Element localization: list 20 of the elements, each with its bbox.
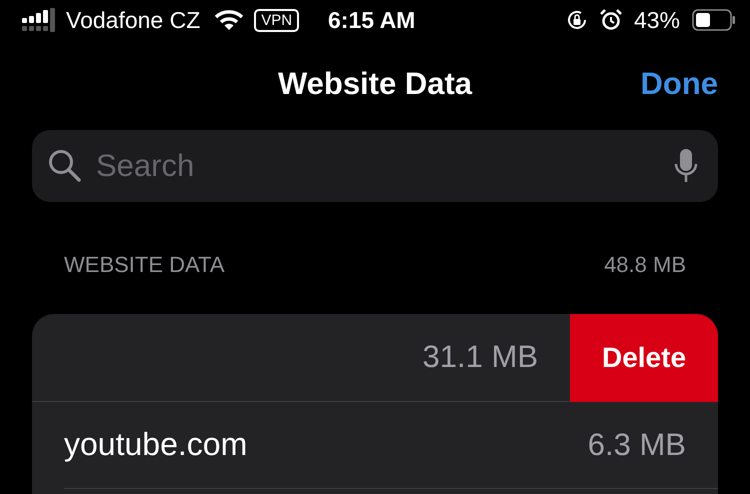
section-total: 48.8 MB: [604, 252, 686, 279]
signal-icon: [22, 8, 56, 32]
data-size: 6.3 MB: [588, 426, 686, 462]
rotation-lock-icon: [566, 9, 588, 31]
battery-icon: [692, 9, 736, 31]
data-size: 31.1 MB: [422, 339, 538, 375]
done-button[interactable]: Done: [640, 66, 718, 102]
delete-button[interactable]: Delete: [570, 314, 718, 402]
page-title: Website Data: [278, 66, 472, 102]
battery-percent: 43%: [634, 6, 680, 34]
microphone-icon[interactable]: [674, 148, 698, 184]
vpn-badge: VPN: [254, 8, 300, 32]
alarm-icon: [600, 9, 622, 31]
wifi-icon: [214, 9, 244, 31]
section-header: WEBSITE DATA: [64, 252, 225, 279]
list-row[interactable]: youtube.com 6.3 MB: [64, 401, 718, 489]
site-name: youtube.com: [64, 426, 248, 463]
search-field[interactable]: Search: [32, 130, 718, 202]
carrier-name: Vodafone CZ: [66, 6, 200, 34]
clock-time: 6:15 AM: [328, 6, 416, 34]
